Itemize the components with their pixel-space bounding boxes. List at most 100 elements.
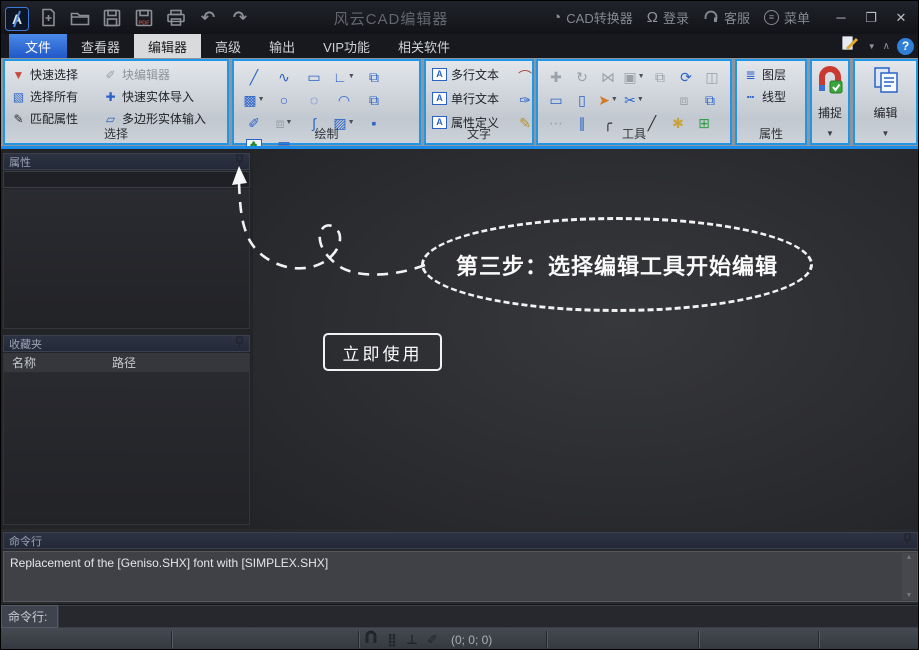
mtext-button-label: 多行文本: [451, 66, 499, 83]
maximize-button[interactable]: ❐: [858, 7, 884, 29]
snap-button[interactable]: 捕捉 ▼: [810, 59, 850, 145]
menu-file[interactable]: 文件: [9, 34, 67, 58]
offset-panel-tool[interactable]: ◫: [699, 65, 725, 88]
save-pdf-icon[interactable]: PDF: [133, 7, 155, 29]
move-tool-icon: ✚: [550, 70, 562, 84]
customize-toolbar-icon[interactable]: [841, 35, 861, 57]
open-file-icon[interactable]: [69, 7, 91, 29]
left-dock: 属性 ▼ 收藏夹 名称 路径: [1, 149, 253, 529]
cad-converter-button[interactable]: ◔ CAD转换器: [548, 8, 637, 27]
ortho-toggle-icon[interactable]: ⊥: [406, 633, 418, 646]
print-icon[interactable]: [165, 7, 187, 29]
line-tool[interactable]: ╱: [239, 65, 269, 88]
snap-dropdown-caret[interactable]: ▼: [826, 129, 834, 138]
new-file-icon[interactable]: [37, 7, 59, 29]
dropdown-caret-icon[interactable]: ▼: [638, 73, 645, 80]
menu-vip[interactable]: VIP功能: [309, 34, 384, 58]
properties-selector[interactable]: ▼: [3, 171, 250, 188]
move-tool[interactable]: ✚: [543, 65, 569, 88]
snap-toggle-icon[interactable]: [364, 630, 378, 650]
quick-select-button[interactable]: ▼快速选择: [11, 65, 103, 84]
minimize-button[interactable]: ─: [828, 7, 854, 29]
single-text-button[interactable]: A单行文本: [432, 89, 504, 108]
favorites-col-path[interactable]: 路径: [104, 354, 136, 371]
text-style-button[interactable]: ✑: [513, 88, 537, 111]
select-all-button[interactable]: ▧选择所有: [11, 87, 103, 106]
block-editor-button[interactable]: ✐块编辑器: [103, 65, 227, 84]
collapse-ribbon-icon[interactable]: ∧: [883, 41, 890, 52]
cursor-select-tool[interactable]: ➤▼: [595, 88, 621, 111]
commandline-input[interactable]: [58, 605, 919, 628]
redo-icon[interactable]: ↷: [229, 7, 251, 29]
favorites-panel-header[interactable]: 收藏夹: [3, 335, 250, 352]
properties-panel-header[interactable]: 属性: [3, 153, 250, 170]
close-button[interactable]: ✕: [888, 7, 914, 29]
ribbon: ▼快速选择✐块编辑器▧选择所有✚快速实体导入✎匹配属性▱多边形实体输入 选择 ╱…: [1, 58, 919, 146]
dropdown-caret-icon[interactable]: ▼: [348, 73, 355, 80]
pin-icon[interactable]: [235, 336, 244, 351]
commandline-panel: 命令行 Replacement of the [Geniso.SHX] font…: [1, 529, 919, 604]
menu-output[interactable]: 输出: [255, 34, 309, 58]
menu-button[interactable]: ≡ 菜单: [760, 8, 814, 27]
commandline-log-text: Replacement of the [Geniso.SHX] font wit…: [10, 556, 328, 570]
svg-text:PDF: PDF: [139, 20, 151, 26]
help-button[interactable]: ?: [897, 38, 914, 55]
favorites-col-name[interactable]: 名称: [4, 354, 104, 371]
customize-caret-icon[interactable]: ▼: [868, 42, 876, 51]
edit-button[interactable]: 编辑 ▼: [853, 59, 918, 145]
sketch-tool[interactable]: ∿: [269, 65, 299, 88]
menu-editor[interactable]: 编辑器: [134, 34, 201, 58]
favorites-panel-body: 名称 路径: [3, 353, 250, 525]
pin-icon[interactable]: [235, 154, 244, 169]
layers-button[interactable]: ≣图层: [743, 65, 805, 84]
trim-tool[interactable]: ✂▼: [621, 88, 647, 111]
array-tool[interactable]: ⧈: [671, 88, 697, 111]
rotate-tool-icon: ↻: [576, 70, 588, 84]
use-now-button[interactable]: 立即使用: [323, 333, 442, 371]
paste-tool-icon: ⧉: [705, 93, 715, 107]
support-button[interactable]: 客服: [699, 8, 754, 27]
quick-entity-import-button[interactable]: ✚快速实体导入: [103, 87, 227, 106]
scroll-down-icon[interactable]: ▼: [902, 592, 916, 599]
copy-object-tool-icon: ⧉: [369, 93, 379, 107]
pin-icon[interactable]: [903, 533, 912, 548]
dropdown-caret-icon[interactable]: ▼: [611, 96, 618, 103]
rectangle-tool[interactable]: ▭: [299, 65, 329, 88]
commandline-scrollbar[interactable]: ▲ ▼: [902, 553, 916, 600]
grid-toggle-icon[interactable]: ⣿: [387, 633, 397, 646]
menu-advanced[interactable]: 高级: [201, 34, 255, 58]
stretch-tool[interactable]: ▭: [543, 88, 569, 111]
rotate-tool[interactable]: ↻: [569, 65, 595, 88]
arc-tool[interactable]: ◠: [329, 88, 359, 111]
save-icon[interactable]: [101, 7, 123, 29]
viewport-tool[interactable]: ▣▼: [621, 65, 647, 88]
dropdown-caret-icon[interactable]: ▼: [637, 96, 644, 103]
arc-text-button[interactable]: ⌒: [513, 65, 537, 88]
polyline-tool[interactable]: ∟▼: [329, 65, 359, 88]
magnet-icon: [816, 65, 844, 102]
ribbon-group-select: ▼快速选择✐块编辑器▧选择所有✚快速实体导入✎匹配属性▱多边形实体输入 选择: [3, 59, 229, 145]
boundary-tool[interactable]: ▩▼: [239, 88, 269, 111]
circle-tool[interactable]: ○: [269, 88, 299, 111]
stretch-alt-tool[interactable]: ▯: [569, 88, 595, 111]
copy-object-tool[interactable]: ⧉: [359, 88, 389, 111]
scroll-up-icon[interactable]: ▲: [902, 554, 916, 561]
mirror-tool[interactable]: ⋈: [595, 65, 621, 88]
rotate-copy-tool[interactable]: ⟳: [673, 65, 699, 88]
menu-viewer[interactable]: 查看器: [67, 34, 134, 58]
menu-related[interactable]: 相关软件: [384, 34, 464, 58]
copy-tool[interactable]: ⧉: [647, 65, 673, 88]
draft-toggle-icon[interactable]: ✐: [427, 633, 438, 646]
ellipse-tool[interactable]: ◌: [299, 88, 329, 111]
undo-icon[interactable]: ↶: [197, 7, 219, 29]
login-button[interactable]: Ω 登录: [643, 8, 693, 27]
commandline-header[interactable]: 命令行: [3, 532, 918, 549]
linetype-button[interactable]: ┅线型: [743, 87, 805, 106]
mtext-button[interactable]: A多行文本: [432, 65, 504, 84]
ribbon-group-text: A多行文本A单行文本A属性定义 ⌒✑✎ 文字: [424, 59, 534, 145]
edit-dropdown-caret[interactable]: ▼: [882, 129, 890, 138]
paste-tool[interactable]: ⧉: [697, 88, 723, 111]
commandline-log[interactable]: Replacement of the [Geniso.SHX] font wit…: [3, 551, 918, 602]
dropdown-caret-icon[interactable]: ▼: [258, 96, 265, 103]
insert-block-tool[interactable]: ⧉: [359, 65, 389, 88]
